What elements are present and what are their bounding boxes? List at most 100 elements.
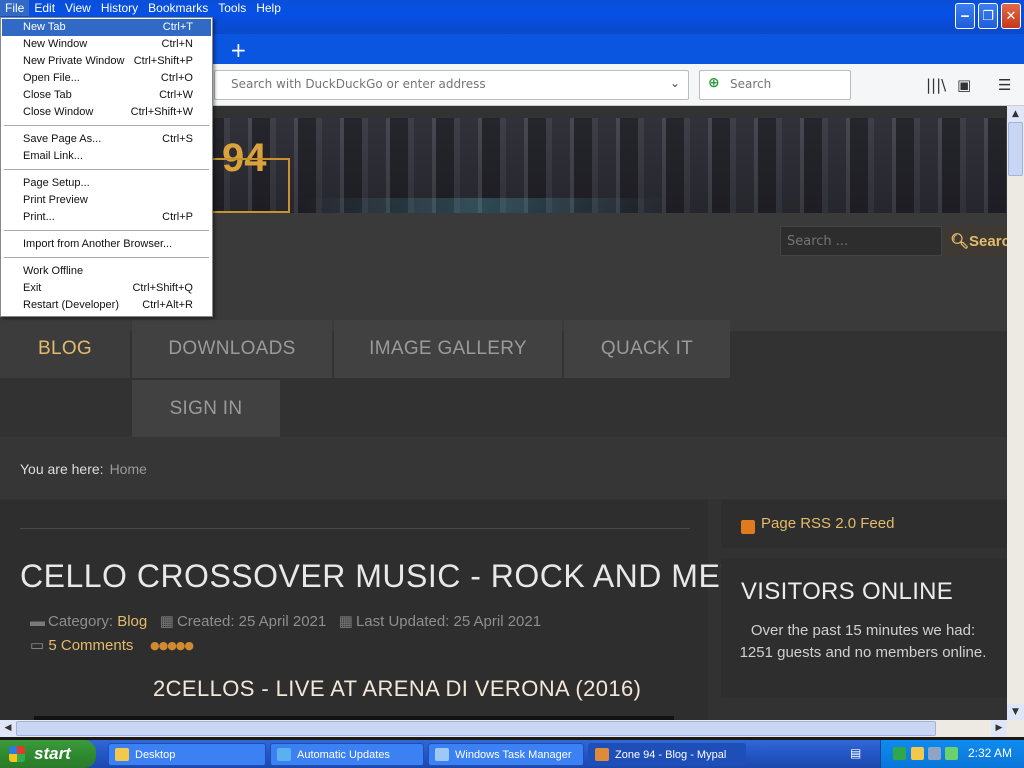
site-search-input[interactable] bbox=[781, 227, 941, 255]
nav-sign-in[interactable]: SIGN IN bbox=[132, 380, 280, 438]
menu-item-print-preview[interactable]: Print Preview bbox=[2, 192, 211, 209]
article-subtitle: 2CELLOS - LIVE AT ARENA DI VERONA (2016) bbox=[153, 676, 642, 701]
address-bar[interactable]: ⌄ bbox=[214, 70, 689, 100]
breadcrumb-home-link[interactable]: Home bbox=[110, 461, 147, 477]
site-search-field[interactable] bbox=[780, 226, 942, 256]
update-icon[interactable] bbox=[945, 747, 958, 760]
menu-separator bbox=[4, 230, 209, 231]
menu-item-close-window[interactable]: Close Window Ctrl+Shift+W bbox=[2, 104, 211, 121]
security-shield-icon[interactable] bbox=[911, 747, 924, 760]
task-manager-icon bbox=[435, 748, 449, 761]
comments-link[interactable]: ▭ 5 Comments bbox=[30, 636, 133, 654]
start-button[interactable]: start bbox=[0, 740, 96, 768]
clock[interactable]: 2:32 AM bbox=[968, 746, 1012, 760]
menu-item-open-file[interactable]: Open File... Ctrl+O bbox=[2, 70, 211, 87]
sidebar-icon[interactable]: ▣ bbox=[957, 76, 971, 94]
menu-item-restart-developer[interactable]: Restart (Developer) Ctrl+Alt+R bbox=[2, 297, 211, 314]
horizontal-scroll-thumb[interactable] bbox=[16, 721, 936, 736]
nav-blog[interactable]: BLOG bbox=[0, 320, 130, 378]
rating-stars[interactable]: ●●●●● bbox=[150, 639, 194, 652]
address-input[interactable] bbox=[231, 77, 661, 91]
breadcrumb: You are here: Home bbox=[0, 437, 1007, 499]
menu-separator bbox=[4, 169, 209, 170]
scroll-down-arrow-icon[interactable]: ▼ bbox=[1007, 704, 1024, 720]
taskbar-item-desktop[interactable]: Desktop bbox=[108, 743, 266, 766]
site-search-button[interactable]: 🔍︎ Search bbox=[944, 226, 1014, 256]
start-label: start bbox=[34, 744, 71, 763]
search-icon: 🔍︎ bbox=[950, 233, 970, 250]
library-icon[interactable]: |||\ bbox=[926, 76, 946, 94]
menu-file[interactable]: File bbox=[0, 0, 30, 16]
menu-item-print[interactable]: Print... Ctrl+P bbox=[2, 209, 211, 226]
menu-item-email-link[interactable]: Email Link... bbox=[2, 148, 211, 165]
search-bar[interactable]: ⊕ bbox=[699, 70, 851, 100]
taskbar-item-mypal[interactable]: Zone 94 - Blog - Mypal bbox=[588, 743, 746, 766]
menu-separator bbox=[4, 125, 209, 126]
calendar-icon: ▦ bbox=[159, 613, 174, 630]
menu-bar: File Edit View History Bookmarks Tools H… bbox=[0, 0, 286, 16]
maximize-button[interactable]: ❐ bbox=[978, 3, 998, 29]
taskbar-item-label: Zone 94 - Blog - Mypal bbox=[615, 748, 727, 761]
article-title[interactable]: CELLO CROSSOVER MUSIC - ROCK AND METAL bbox=[20, 558, 778, 595]
vertical-scrollbar[interactable]: ▲ ▼ bbox=[1007, 106, 1024, 720]
volume-icon[interactable] bbox=[928, 747, 941, 760]
mypal-browser-icon bbox=[595, 748, 609, 761]
taskbar-item-task-manager[interactable]: Windows Task Manager bbox=[428, 743, 584, 766]
windows-update-icon bbox=[277, 748, 291, 761]
menu-item-page-setup[interactable]: Page Setup... bbox=[2, 175, 211, 192]
nav-image-gallery[interactable]: IMAGE GALLERY bbox=[334, 320, 562, 378]
taskbar: start Desktop Automatic Updates Windows … bbox=[0, 740, 1024, 768]
browser-window: File Edit View History Bookmarks Tools H… bbox=[0, 0, 1024, 740]
scroll-up-arrow-icon[interactable]: ▲ bbox=[1007, 106, 1024, 122]
folder-icon: ▬ bbox=[30, 613, 45, 630]
chevron-down-icon[interactable]: ⌄ bbox=[670, 76, 680, 90]
rss-feed-link[interactable]: Page RSS 2.0 Feed bbox=[761, 515, 894, 532]
article: CELLO CROSSOVER MUSIC - ROCK AND METAL ▬… bbox=[0, 500, 778, 730]
category-label: Category: bbox=[48, 613, 114, 630]
menu-item-work-offline[interactable]: Work Offline bbox=[2, 263, 211, 280]
scrollbar-corner bbox=[1007, 720, 1024, 737]
taskbar-item-label: Desktop bbox=[135, 748, 176, 761]
menu-item-new-tab[interactable]: New Tab Ctrl+T bbox=[2, 19, 211, 36]
taskbar-item-label: Windows Task Manager bbox=[455, 748, 572, 761]
close-button[interactable]: ✕ bbox=[1001, 3, 1021, 29]
breadcrumb-label: You are here: bbox=[20, 461, 104, 477]
rss-feed-box: Page RSS 2.0 Feed bbox=[721, 500, 1007, 548]
comments-count: 5 Comments bbox=[48, 637, 134, 654]
vertical-scroll-thumb[interactable] bbox=[1008, 122, 1023, 176]
menu-item-save-page-as[interactable]: Save Page As... Ctrl+S bbox=[2, 131, 211, 148]
menu-help[interactable]: Help bbox=[251, 0, 286, 16]
search-input[interactable] bbox=[730, 77, 840, 91]
nav-downloads[interactable]: DOWNLOADS bbox=[132, 320, 332, 378]
divider bbox=[20, 528, 690, 529]
file-menu-dropdown: New Tab Ctrl+T New Window Ctrl+N New Priva… bbox=[0, 17, 213, 317]
menu-history[interactable]: History bbox=[96, 0, 143, 16]
hamburger-menu-icon[interactable]: ☰ bbox=[998, 76, 1011, 94]
folder-icon bbox=[115, 748, 129, 761]
windows-logo-icon bbox=[9, 746, 25, 762]
menu-item-import-browser[interactable]: Import from Another Browser... bbox=[2, 236, 211, 253]
keyboard-icon[interactable]: ▤ bbox=[850, 746, 861, 760]
menu-item-new-window[interactable]: New Window Ctrl+N bbox=[2, 36, 211, 53]
logo-frame bbox=[210, 158, 290, 213]
menu-item-exit[interactable]: Exit Ctrl+Shift+Q bbox=[2, 280, 211, 297]
menu-item-new-private-window[interactable]: New Private Window Ctrl+Shift+P bbox=[2, 53, 211, 70]
taskbar-item-automatic-updates[interactable]: Automatic Updates bbox=[270, 743, 424, 766]
menu-edit[interactable]: Edit bbox=[29, 0, 60, 16]
category-link[interactable]: Blog bbox=[117, 613, 147, 630]
updated-date: Last Updated: 25 April 2021 bbox=[355, 613, 542, 630]
new-tab-button[interactable]: + bbox=[230, 38, 247, 62]
visitors-title: VISITORS ONLINE bbox=[741, 578, 954, 605]
menu-tools[interactable]: Tools bbox=[213, 0, 251, 16]
scroll-right-arrow-icon[interactable]: ▶ bbox=[991, 720, 1007, 737]
nav-quack-it[interactable]: QUACK IT bbox=[564, 320, 730, 378]
horizontal-scrollbar[interactable]: ◀ ▶ bbox=[0, 720, 1007, 737]
comment-icon: ▭ bbox=[30, 637, 45, 654]
menu-view[interactable]: View bbox=[60, 0, 96, 16]
minimize-button[interactable]: ‒ bbox=[955, 3, 975, 29]
menu-item-close-tab[interactable]: Close Tab Ctrl+W bbox=[2, 87, 211, 104]
visitors-online-box: VISITORS ONLINE Over the past 15 minutes… bbox=[721, 558, 1007, 698]
network-icon[interactable] bbox=[893, 747, 906, 760]
menu-bookmarks[interactable]: Bookmarks bbox=[143, 0, 213, 16]
scroll-left-arrow-icon[interactable]: ◀ bbox=[0, 720, 16, 737]
